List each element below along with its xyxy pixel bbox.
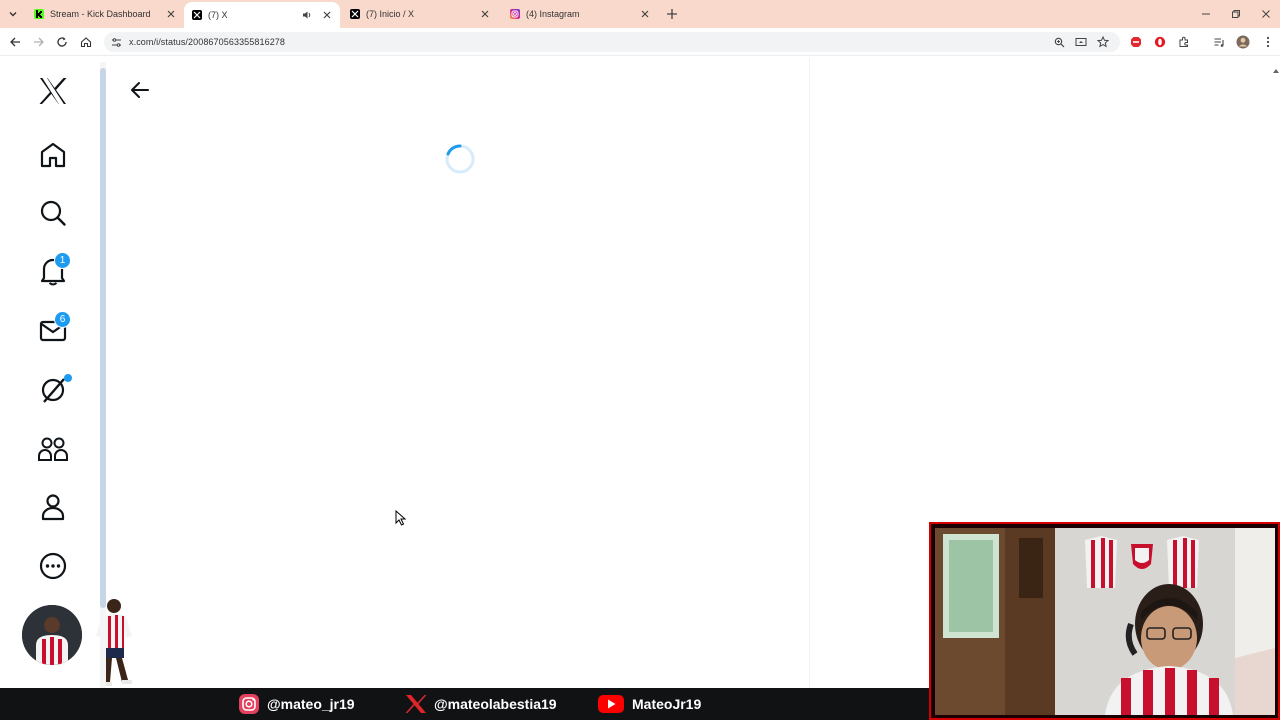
home-icon <box>40 142 66 168</box>
home-icon <box>80 37 92 48</box>
bookmark-star-icon[interactable] <box>1096 35 1110 49</box>
instagram-logo-icon <box>510 9 520 19</box>
tab-label: (7) Inicio / X <box>366 9 415 19</box>
x-logo-icon <box>192 10 202 20</box>
zoom-icon[interactable] <box>1052 35 1066 49</box>
arrow-left-icon <box>10 37 20 47</box>
minimize-button[interactable] <box>1200 8 1212 20</box>
speaker-icon[interactable] <box>302 10 312 20</box>
notifications-badge: 1 <box>54 252 71 269</box>
browser-tab-strip: Stream - Kick Dashboard (7) X (7) Inicio… <box>0 0 1280 28</box>
arrow-left-icon <box>131 82 149 98</box>
browser-menu-icon[interactable] <box>1261 35 1275 49</box>
chevron-up-icon <box>1273 69 1279 73</box>
x-logo-icon <box>404 694 428 714</box>
restore-icon <box>1232 10 1240 18</box>
mouse-cursor-icon <box>395 509 407 526</box>
player-cutout-decoration <box>82 596 152 688</box>
plus-icon <box>667 9 677 19</box>
adblock-extension-icon[interactable] <box>1129 35 1143 49</box>
person-icon <box>41 494 65 521</box>
kick-logo-icon <box>34 9 44 19</box>
home-button[interactable] <box>79 35 93 49</box>
nav-explore[interactable] <box>36 196 70 230</box>
close-icon <box>1262 10 1270 18</box>
close-icon[interactable] <box>640 9 650 19</box>
url-text: x.com/i/status/2008670563355816278 <box>129 37 286 47</box>
grok-new-dot <box>64 374 72 382</box>
account-avatar[interactable] <box>22 605 82 665</box>
tab-kick-dashboard[interactable]: Stream - Kick Dashboard <box>26 3 184 25</box>
media-controls-icon[interactable] <box>1212 35 1226 49</box>
grok-icon <box>41 378 65 403</box>
opera-extension-icon[interactable] <box>1153 35 1167 49</box>
instagram-handle: @mateo_jr19 <box>237 693 355 715</box>
more-circle-icon <box>39 552 67 580</box>
x-logo-icon <box>39 78 67 104</box>
close-icon[interactable] <box>480 9 490 19</box>
reload-icon <box>57 37 67 47</box>
sidebar-scrollbar-thumb[interactable] <box>100 68 106 608</box>
x-logo-home-link[interactable] <box>36 74 70 108</box>
webcam-feed <box>935 528 1275 715</box>
youtube-handle: MateoJr19 <box>596 693 701 715</box>
reload-button[interactable] <box>55 35 69 49</box>
extensions-puzzle-icon[interactable] <box>1177 35 1191 49</box>
restore-button[interactable] <box>1230 8 1242 20</box>
messages-badge: 6 <box>54 311 71 328</box>
loading-spinner <box>444 143 476 175</box>
site-info-icon[interactable] <box>109 35 123 49</box>
tab-x-status[interactable]: (7) X <box>184 2 340 28</box>
youtube-logo-icon <box>596 694 626 714</box>
cast-icon[interactable] <box>1074 35 1088 49</box>
post-back-button[interactable] <box>128 78 152 102</box>
x-logo-icon <box>350 9 360 19</box>
communities-icon <box>38 437 68 461</box>
x-handle-text: @mateolabestia19 <box>434 696 557 712</box>
close-icon[interactable] <box>322 10 332 20</box>
new-tab-button[interactable] <box>666 7 678 19</box>
column-divider <box>809 58 810 688</box>
chevron-down-icon <box>9 12 17 17</box>
tab-search-button[interactable] <box>4 6 22 22</box>
nav-more[interactable] <box>36 549 70 583</box>
youtube-handle-text: MateoJr19 <box>632 696 702 712</box>
instagram-handle-text: @mateo_jr19 <box>267 696 355 712</box>
close-icon[interactable] <box>166 9 176 19</box>
forward-button[interactable] <box>32 35 46 49</box>
profile-avatar-icon[interactable] <box>1236 35 1250 49</box>
minimize-icon <box>1202 13 1210 15</box>
tab-instagram[interactable]: (4) Instagram <box>502 3 658 25</box>
tab-label: (7) X <box>208 10 228 20</box>
x-handle: @mateolabestia19 <box>404 693 557 715</box>
search-icon <box>40 200 66 226</box>
page-scroll-up-arrow[interactable] <box>1272 62 1280 73</box>
arrow-right-icon <box>34 37 44 47</box>
nav-communities[interactable] <box>36 432 70 466</box>
tab-label: (4) Instagram <box>526 9 580 19</box>
back-button[interactable] <box>8 35 22 49</box>
nav-profile[interactable] <box>36 490 70 524</box>
nav-home[interactable] <box>36 138 70 172</box>
close-window-button[interactable] <box>1260 8 1272 20</box>
tab-label: Stream - Kick Dashboard <box>50 9 151 19</box>
tab-x-inicio[interactable]: (7) Inicio / X <box>342 3 498 25</box>
instagram-logo-icon <box>237 694 261 714</box>
